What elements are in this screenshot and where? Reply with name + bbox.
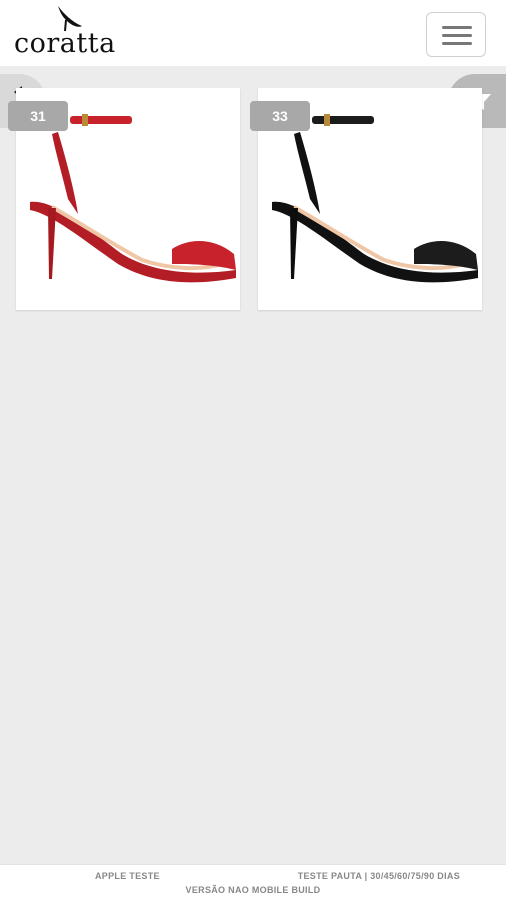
- status-footer: APPLE TESTE TESTE PAUTA | 30/45/60/75/90…: [0, 864, 506, 900]
- size-badge: 31: [8, 101, 68, 131]
- product-card[interactable]: 31: [8, 88, 240, 310]
- footer-version-text: VERSÃO NAO MOBILE BUILD: [185, 885, 321, 895]
- menu-button[interactable]: [426, 12, 486, 57]
- footer-account-text: APPLE TESTE: [95, 871, 160, 881]
- app-header: coratta: [0, 0, 506, 66]
- logo-wordmark: coratta: [14, 28, 116, 59]
- coratta-logo[interactable]: coratta: [14, 4, 126, 59]
- footer-pauta-text: TESTE PAUTA | 30/45/60/75/90 DIAS: [297, 871, 460, 881]
- product-card[interactable]: 33: [250, 88, 482, 310]
- red-sandal-image: [30, 114, 236, 283]
- size-badge: 33: [250, 101, 310, 131]
- black-sandal-image: [272, 114, 478, 283]
